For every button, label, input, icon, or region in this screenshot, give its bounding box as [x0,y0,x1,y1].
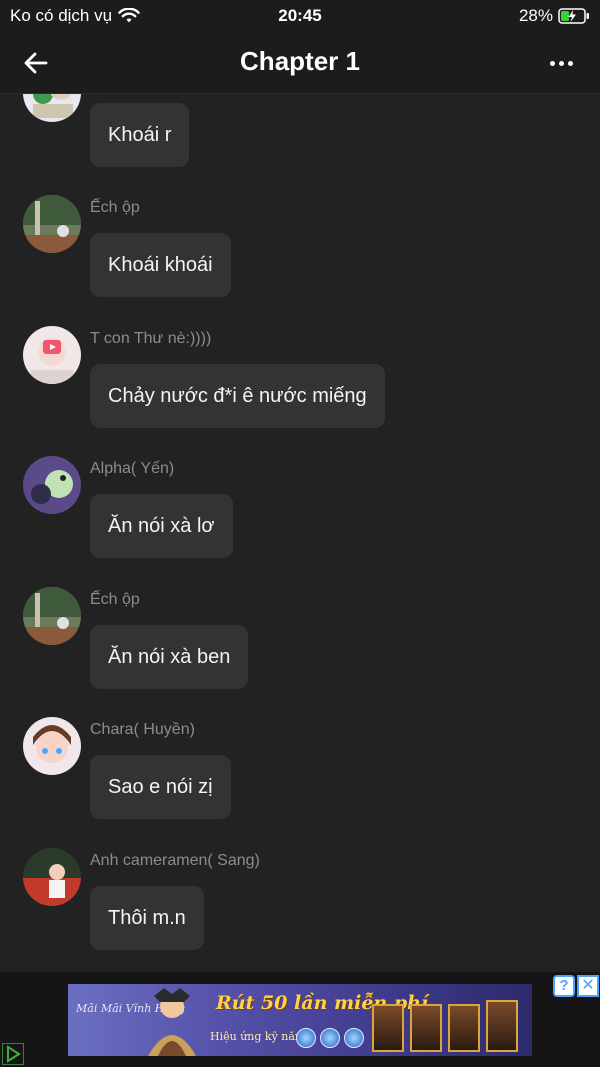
hero-card-image [410,1004,442,1052]
skill-icon [296,1028,316,1048]
message-bubble[interactable]: Ăn nói xà lơ [90,494,233,558]
avatar[interactable] [23,195,81,253]
chat-message-list[interactable]: Khoái r Ếch ộp Khoái khoái T con Thư nè:… [0,94,600,972]
message-bubble[interactable]: Khoái r [90,103,190,167]
more-horizontal-icon [549,60,555,66]
page-title: Chapter 1 [240,46,360,76]
message-bubble[interactable]: Sao e nói zị [90,755,231,819]
sender-name: Alpha( Yến) [90,460,175,477]
battery-group: 28% [519,6,590,26]
more-horizontal-icon [567,60,573,66]
message-bubble[interactable]: Khoái khoái [90,233,231,297]
hero-card-image [372,1004,404,1052]
sender-name: Anh cameramen( Sang) [90,852,260,869]
avatar[interactable] [23,587,81,645]
avatar[interactable] [23,326,81,384]
sender-name: Chara( Huyền) [90,721,195,738]
hero-card-image [486,1000,518,1052]
battery-charging-icon [558,8,590,24]
hero-card-image [448,1004,480,1052]
battery-percent: 28% [518,6,553,25]
navigation-bar: Chapter 1 [0,32,600,94]
ad-banner[interactable]: Mãi Mãi Vĩnh Hằng Rút 50 lần miễn phí Hi… [68,984,532,1056]
more-horizontal-icon [558,60,564,66]
skill-icon [320,1028,340,1048]
avatar[interactable] [23,848,81,906]
sender-name: Ếch ộp [90,199,140,216]
message-bubble[interactable]: Chảy nước đ*i ê nước miếng [90,364,385,428]
status-time: 20:45 [278,6,322,25]
avatar[interactable] [23,717,81,775]
hero-character-image [148,988,196,1056]
ad-close-icon[interactable]: ✕ [577,975,599,997]
more-options-button[interactable] [544,46,578,80]
skill-icon [344,1028,364,1048]
avatar[interactable] [23,94,81,122]
status-bar: Ko có dịch vụ 20:45 28% [0,0,600,32]
avatar[interactable] [23,456,81,514]
ad-play-icon[interactable] [2,1043,24,1065]
sender-name: T con Thư nè:)))) [90,330,212,347]
message-bubble[interactable]: Thôi m.n [90,886,204,950]
ad-area: Mãi Mãi Vĩnh Hằng Rút 50 lần miễn phí Hi… [0,972,600,1067]
ad-info-icon[interactable]: ? [553,975,575,997]
message-bubble[interactable]: Ăn nói xà ben [90,625,249,689]
sender-name: Ếch ộp [90,591,140,608]
chat-screen: Ko có dịch vụ 20:45 28% Chapter 1 Khoái … [0,0,600,1067]
